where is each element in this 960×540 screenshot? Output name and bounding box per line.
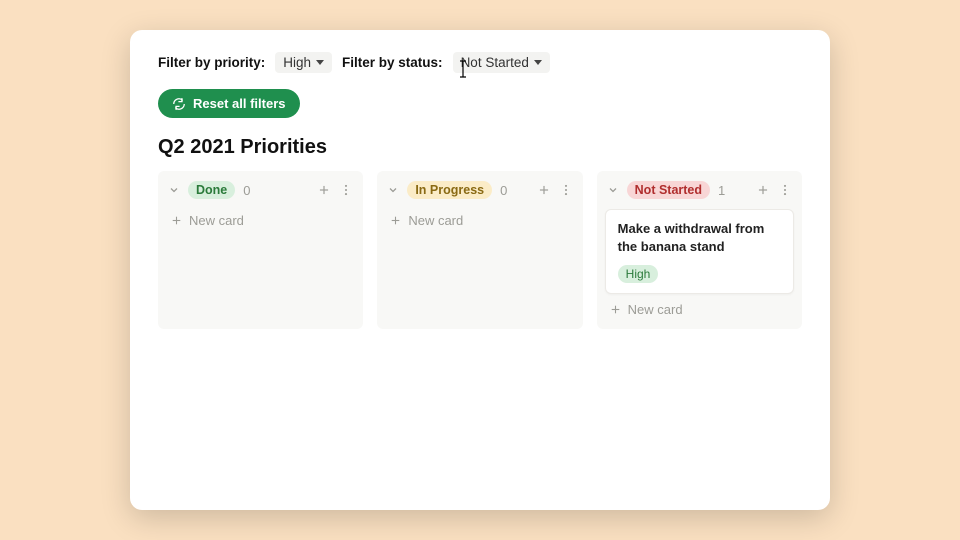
chevron-down-icon	[387, 184, 399, 196]
column-in-progress: In Progress 0 New card	[377, 171, 582, 329]
more-vertical-icon	[778, 183, 792, 197]
column-more-button[interactable]	[559, 183, 573, 197]
task-card[interactable]: Make a withdrawal from the banana stand …	[605, 209, 794, 294]
chevron-down-icon	[607, 184, 619, 196]
columns-container: Done 0 New card In Progress	[158, 171, 802, 329]
new-card-button[interactable]: New card	[385, 205, 574, 228]
chevron-down-icon	[316, 60, 324, 65]
plus-icon	[317, 183, 331, 197]
column-collapse-toggle[interactable]	[387, 184, 399, 196]
task-title: Make a withdrawal from the banana stand	[618, 220, 781, 255]
status-badge: Not Started	[627, 181, 710, 199]
column-done: Done 0 New card	[158, 171, 363, 329]
filter-priority-select[interactable]: High	[275, 52, 332, 73]
column-count: 1	[718, 183, 725, 198]
column-count: 0	[243, 183, 250, 198]
chevron-down-icon	[168, 184, 180, 196]
status-badge: In Progress	[407, 181, 492, 199]
more-vertical-icon	[339, 183, 353, 197]
plus-icon	[170, 214, 183, 227]
new-card-label: New card	[628, 302, 683, 317]
plus-icon	[756, 183, 770, 197]
chevron-down-icon	[534, 60, 542, 65]
new-card-label: New card	[189, 213, 244, 228]
more-vertical-icon	[559, 183, 573, 197]
plus-icon	[609, 303, 622, 316]
column-add-button[interactable]	[317, 183, 331, 197]
filter-status-select[interactable]: Not Started	[453, 52, 550, 73]
filter-priority-label: Filter by priority:	[158, 55, 265, 70]
column-add-button[interactable]	[756, 183, 770, 197]
reset-filters-label: Reset all filters	[193, 96, 286, 111]
column-more-button[interactable]	[778, 183, 792, 197]
column-count: 0	[500, 183, 507, 198]
filter-status-value: Not Started	[461, 55, 529, 70]
new-card-label: New card	[408, 213, 463, 228]
board-title: Q2 2021 Priorities	[158, 136, 802, 159]
column-collapse-toggle[interactable]	[607, 184, 619, 196]
column-more-button[interactable]	[339, 183, 353, 197]
new-card-button[interactable]: New card	[166, 205, 355, 228]
priority-badge: High	[618, 265, 659, 283]
reset-filters-button[interactable]: Reset all filters	[158, 89, 300, 118]
plus-icon	[389, 214, 402, 227]
column-add-button[interactable]	[537, 183, 551, 197]
column-collapse-toggle[interactable]	[168, 184, 180, 196]
new-card-button[interactable]: New card	[605, 294, 794, 317]
plus-icon	[537, 183, 551, 197]
filter-status-label: Filter by status:	[342, 55, 443, 70]
status-badge: Done	[188, 181, 235, 199]
filter-priority-value: High	[283, 55, 311, 70]
column-not-started: Not Started 1 Make a withdrawal from the…	[597, 171, 802, 329]
reset-icon	[172, 97, 186, 111]
filters-row: Filter by priority: High Filter by statu…	[158, 52, 802, 73]
